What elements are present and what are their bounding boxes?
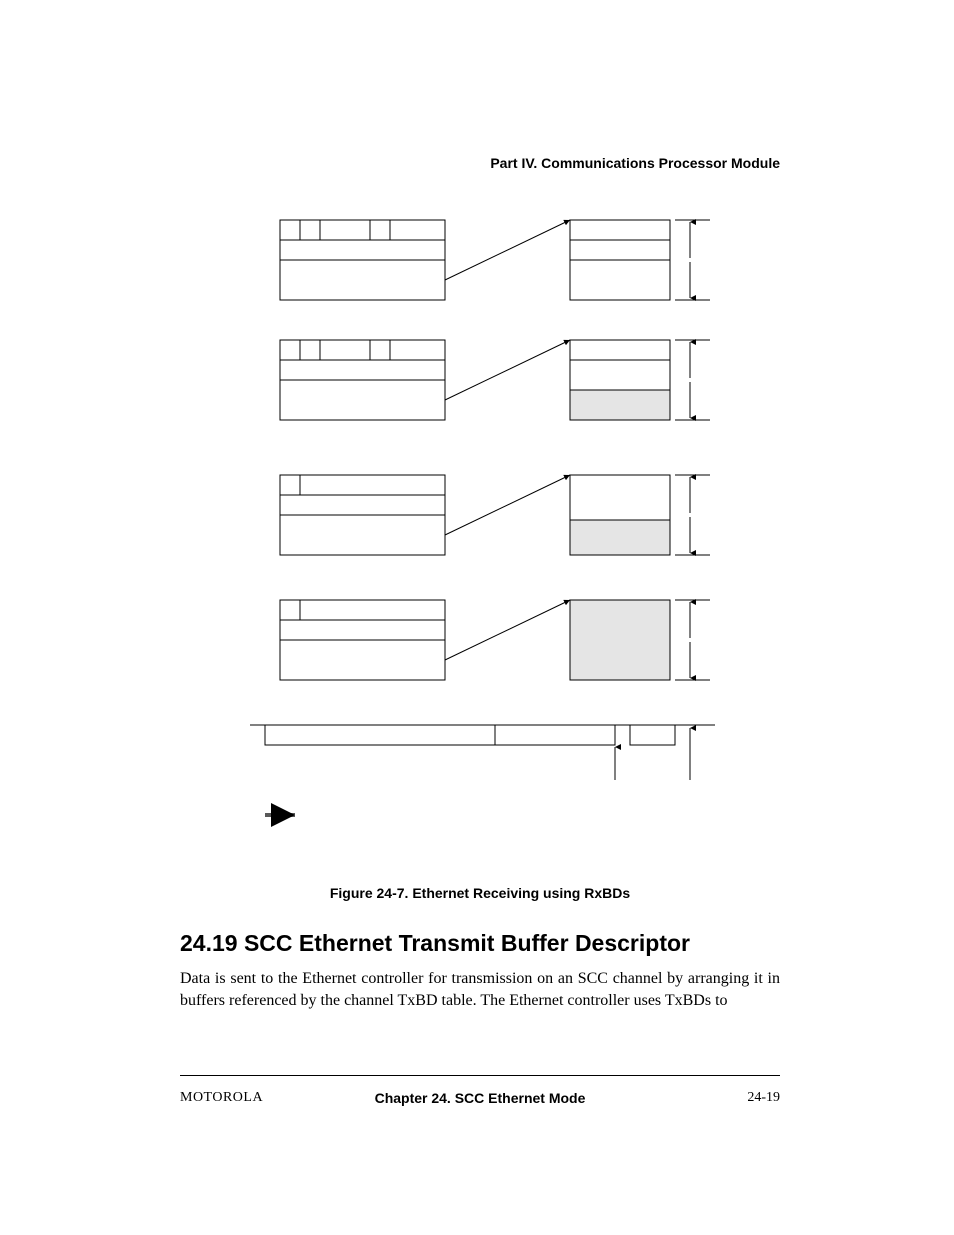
footer-chapter: Chapter 24. SCC Ethernet Mode <box>180 1090 780 1106</box>
figure-caption: Figure 24-7. Ethernet Receiving using Rx… <box>180 885 780 901</box>
section-heading: 24.19 SCC Ethernet Transmit Buffer Descr… <box>180 930 690 957</box>
footer-rule <box>180 1075 780 1076</box>
body-paragraph: Data is sent to the Ethernet controller … <box>180 968 780 1011</box>
part-header: Part IV. Communications Processor Module <box>490 155 780 171</box>
figure-diagram <box>180 210 780 840</box>
footer-page-number: 24-19 <box>747 1090 780 1106</box>
